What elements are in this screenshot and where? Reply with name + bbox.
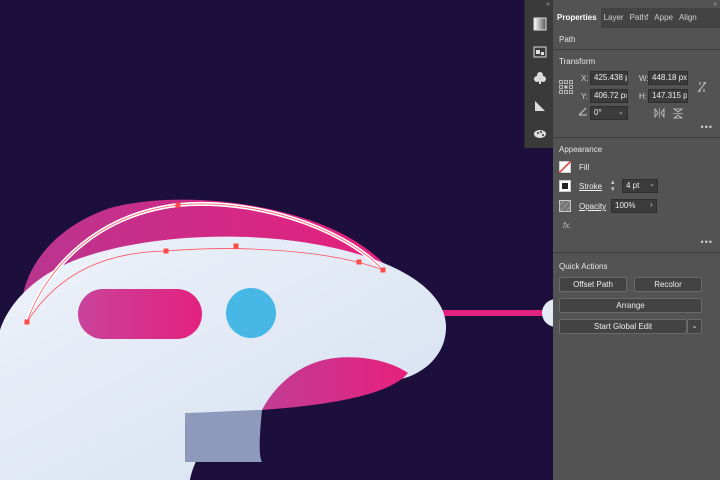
transform-title: Transform	[559, 57, 596, 66]
visor-pill[interactable]	[78, 289, 202, 339]
start-global-edit-button[interactable]: Start Global Edit	[559, 319, 687, 334]
fill-swatch-icon[interactable]	[558, 160, 572, 174]
tab-appearance[interactable]: Appe	[651, 8, 676, 28]
arrange-button[interactable]: Arrange	[559, 298, 702, 313]
collapse-panel-icon[interactable]: »	[713, 1, 717, 8]
image-trace-icon[interactable]	[528, 41, 552, 63]
fx-effects-icon[interactable]: fx.	[563, 221, 571, 230]
opacity-arrow-icon[interactable]: ›	[650, 200, 653, 209]
x-label: X:	[581, 74, 589, 83]
color-theme-icon[interactable]	[528, 122, 552, 144]
y-field[interactable]: 406.72 px	[590, 89, 628, 103]
recolor-button[interactable]: Recolor	[634, 277, 702, 292]
properties-panel: » Properties Layer Pathf Appe Align Path…	[553, 0, 720, 480]
stroke-stepper-icon[interactable]: ▴ ▾	[611, 179, 615, 193]
quick-actions-title: Quick Actions	[559, 262, 608, 271]
global-edit-dropdown-icon[interactable]: ⌄	[687, 319, 702, 334]
collapse-arrows-icon[interactable]: «	[546, 1, 550, 8]
stroke-dropdown-icon[interactable]: ⌄	[649, 180, 655, 188]
flip-horizontal-icon[interactable]	[654, 107, 665, 119]
h-field[interactable]: 147.315 p	[648, 89, 688, 103]
tab-pathfinder[interactable]: Pathf	[627, 8, 652, 28]
constrain-proportions-icon[interactable]	[696, 80, 708, 94]
tab-layers[interactable]: Layer	[601, 8, 627, 28]
tab-align[interactable]: Align	[676, 8, 700, 28]
asset-export-icon[interactable]	[528, 95, 552, 117]
opacity-icon	[558, 199, 572, 213]
tab-properties[interactable]: Properties	[553, 8, 601, 28]
appearance-more-icon[interactable]: •••	[701, 237, 713, 247]
angle-dropdown-icon[interactable]: ⌄	[618, 108, 624, 116]
panel-icon-strip: «	[524, 0, 554, 148]
reference-point-icon[interactable]	[559, 80, 573, 94]
opacity-label[interactable]: Opacity	[579, 202, 606, 211]
stroke-swatch-icon[interactable]	[559, 180, 571, 192]
connector-bar[interactable]	[440, 310, 548, 316]
panel-tabs: Properties Layer Pathf Appe Align	[553, 8, 720, 28]
x-field[interactable]: 425.438 p	[590, 71, 628, 85]
neck-shape[interactable]	[185, 410, 262, 462]
eye-circle[interactable]	[226, 288, 276, 338]
angle-icon	[578, 107, 588, 116]
transform-more-icon[interactable]: •••	[701, 122, 713, 132]
fill-label: Fill	[579, 163, 590, 172]
h-label: H:	[639, 92, 647, 101]
offset-path-button[interactable]: Offset Path	[559, 277, 627, 292]
stroke-label[interactable]: Stroke	[579, 182, 602, 191]
symbols-icon[interactable]	[528, 67, 552, 89]
gradient-icon[interactable]	[528, 13, 552, 35]
y-label: Y:	[581, 92, 589, 101]
appearance-title: Appearance	[559, 145, 603, 154]
flip-vertical-icon[interactable]	[672, 108, 684, 119]
w-field[interactable]: 448.18 px	[648, 71, 688, 85]
object-type-label: Path	[559, 35, 576, 44]
